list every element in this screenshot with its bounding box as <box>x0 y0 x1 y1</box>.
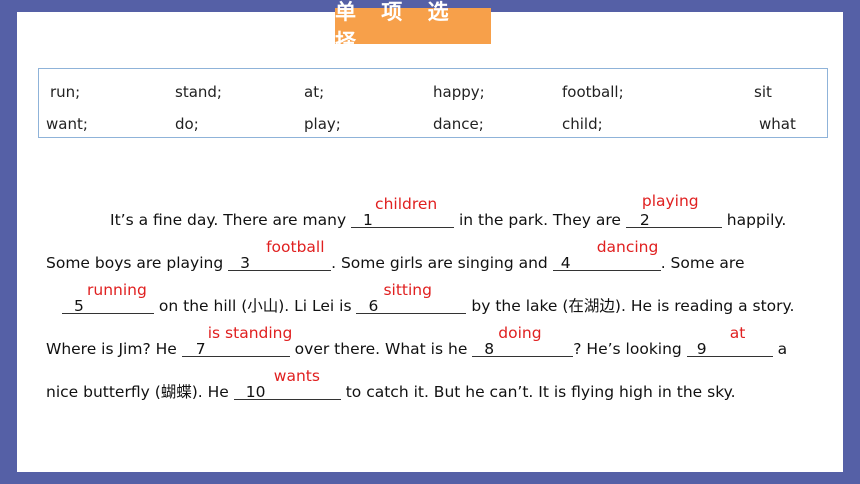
answer-text: is standing <box>207 324 293 342</box>
word-bank-item: happy; <box>433 83 485 101</box>
answer-blank[interactable]: 6 sitting <box>356 281 467 315</box>
word-bank-item: want; <box>46 115 88 133</box>
answer-text: playing <box>641 192 699 210</box>
answer-text: children <box>375 195 438 213</box>
word-bank-item: stand; <box>175 83 222 101</box>
passage-line: nice butterfly (蝴蝶). He 10 wants to catch… <box>46 367 736 401</box>
answer-text: football <box>266 238 325 256</box>
word-bank-item: at; <box>304 83 325 101</box>
word-bank-item: sit <box>754 83 772 101</box>
answer-blank[interactable]: 8 doing <box>472 324 574 358</box>
word-bank-item: football; <box>562 83 624 101</box>
answer-text: wants <box>273 367 320 385</box>
section-title: 单 项 选 择 <box>335 0 491 54</box>
answer-blank[interactable]: 10 wants <box>233 367 341 401</box>
passage-line: Where is Jim? He 7 is standing over there… <box>46 324 788 358</box>
answer-blank[interactable]: 2 playing <box>625 192 722 229</box>
answer-text: dancing <box>596 238 659 256</box>
word-bank-item: run; <box>50 83 81 101</box>
word-bank-item: dance; <box>433 115 484 133</box>
answer-blank[interactable]: 4 dancing <box>552 238 661 272</box>
answer-blank[interactable]: 9 at <box>686 324 773 358</box>
passage-line: Some boys are playing 3 football. Some gi… <box>46 238 745 272</box>
answer-text: running <box>87 281 147 299</box>
answer-blank[interactable]: 3 football <box>228 238 332 272</box>
answer-text: at <box>729 324 746 342</box>
word-bank-item: do; <box>175 115 199 133</box>
word-bank-item: child; <box>562 115 603 133</box>
word-bank-item: play; <box>304 115 341 133</box>
answer-text: doing <box>498 324 542 342</box>
answer-blank[interactable]: 1 children <box>351 195 455 229</box>
passage-line: 5 running on the hill (小山). Li Lei is 6 si… <box>62 281 794 319</box>
answer-text: sitting <box>383 281 432 299</box>
answer-blank[interactable]: 5 running <box>62 281 154 315</box>
passage-line: It’s a fine day. There are many 1 childre… <box>110 192 787 229</box>
word-bank-item: what <box>759 115 796 133</box>
answer-blank[interactable]: 7 is standing <box>181 324 292 358</box>
